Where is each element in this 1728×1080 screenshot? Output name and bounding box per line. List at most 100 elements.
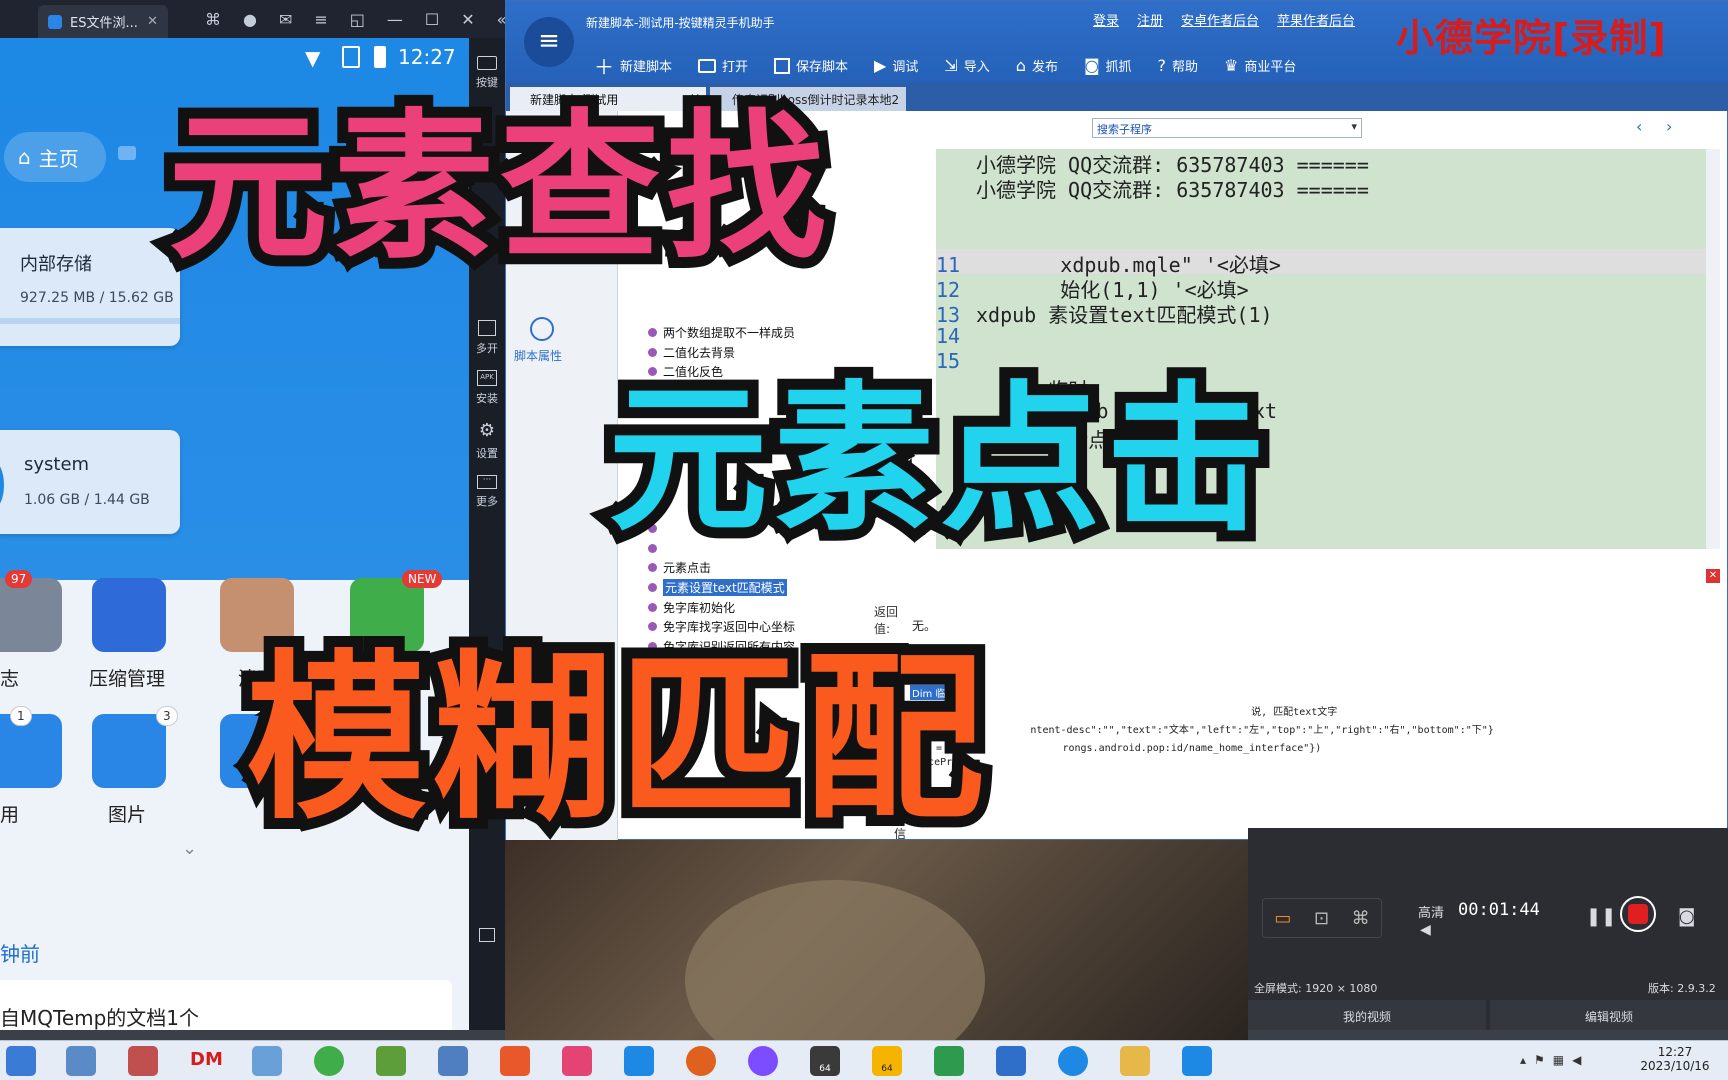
tree-item[interactable]: 元素点击 (628, 558, 856, 578)
account-icon[interactable]: ● (243, 10, 257, 29)
region-icon[interactable]: ⊡ (1314, 908, 1329, 929)
script-props-label[interactable]: 脚本属性 (514, 347, 562, 364)
register-link[interactable]: 注册 (1137, 10, 1163, 29)
code-line[interactable]: 14 (936, 324, 1706, 349)
screenshot-icon[interactable]: ◙ (1678, 906, 1695, 927)
restore-icon[interactable]: ◱ (350, 10, 365, 29)
close-icon[interactable]: ✕ (461, 10, 474, 29)
code-line[interactable]: 13 xdpub 素设置text匹配模式(1) (936, 299, 1706, 327)
excel-icon[interactable] (934, 1046, 964, 1076)
calculator-icon[interactable] (252, 1046, 282, 1076)
gamepad-icon[interactable]: ⌘ (205, 10, 221, 29)
editor-scrollbar[interactable] (1706, 149, 1720, 549)
emulator-tab[interactable]: ES文件浏... ✕ (38, 5, 168, 38)
apple-author-link[interactable]: 苹果作者后台 (1277, 10, 1355, 29)
dropdown-arrow-icon[interactable]: ▾ (1351, 120, 1357, 133)
volume-icon[interactable]: ◀ (1420, 922, 1431, 938)
aperture-icon[interactable] (748, 1046, 778, 1076)
sidebar-item-settings[interactable]: ⚙ 设置 (469, 420, 505, 461)
app-icon-64a[interactable]: 64 (810, 1046, 840, 1076)
code-line[interactable]: 小德学院 QQ交流群: 635787403 ====== (936, 149, 1706, 177)
home-button[interactable]: ⌂ 主页 (4, 132, 106, 182)
phone-icon[interactable] (1182, 1046, 1212, 1076)
new-script-button[interactable]: ＋ 新建脚本 (594, 51, 672, 80)
close-panel-icon[interactable]: ✕ (1706, 569, 1720, 583)
quality-label[interactable]: 高清 (1418, 902, 1444, 921)
storage-card-system[interactable]: system 1.06 GB / 1.44 GB (0, 430, 180, 534)
app-icon-1[interactable] (128, 1046, 158, 1076)
start-icon[interactable] (6, 1046, 36, 1076)
edit-video-button[interactable]: 编辑视频 (1490, 1000, 1728, 1030)
computer-icon[interactable] (66, 1046, 96, 1076)
my-videos-button[interactable]: 我的视频 (1248, 1000, 1486, 1030)
app-icon-4[interactable] (562, 1046, 592, 1076)
tree-item[interactable]: 免字库初始化 (628, 597, 856, 617)
script-props-icon[interactable] (530, 317, 554, 341)
tray-flag-icon[interactable]: ⚑ (1534, 1053, 1545, 1067)
sidebar-item-more[interactable]: ··· 更多 (469, 475, 505, 509)
app-icon-2[interactable] (314, 1046, 344, 1076)
app-icon-5[interactable] (624, 1046, 654, 1076)
close-tab-icon[interactable]: ✕ (147, 14, 158, 29)
subroutine-search[interactable]: 搜索子程序 ▾ (1092, 118, 1362, 138)
code-line[interactable]: 小德学院 QQ交流群: 635787403 ====== (936, 174, 1706, 202)
business-button[interactable]: ♛ 商业平台 (1224, 51, 1296, 80)
sidebar-item-multi[interactable]: 多开 (469, 320, 505, 356)
code-line[interactable]: 12 始化(1,1) '<必填> (936, 274, 1706, 302)
tree-item[interactable]: 免字库找字返回中心坐标 (628, 617, 856, 637)
code-line[interactable]: 11 xdpub.mqle" '<必填> (936, 249, 1706, 277)
browser-icon[interactable] (1058, 1046, 1088, 1076)
tray-volume-icon[interactable]: ◀ (1572, 1053, 1581, 1067)
nav-back-icon[interactable]: ‹ (1636, 117, 1642, 136)
help-button[interactable]: ? 帮助 (1158, 51, 1199, 80)
sidebar-item-install[interactable]: APK 安装 (469, 370, 505, 406)
publish-button[interactable]: ⌂ 发布 (1016, 51, 1058, 80)
grid-item-images[interactable]: 图片 3 (72, 706, 192, 827)
code-line[interactable] (936, 224, 1706, 249)
save-button[interactable]: 保存脚本 (774, 51, 848, 80)
ide-taskbar-icon[interactable] (996, 1046, 1026, 1076)
chart-app-icon[interactable] (376, 1046, 406, 1076)
folder-icon[interactable] (1120, 1046, 1150, 1076)
android-author-link[interactable]: 安卓作者后台 (1181, 10, 1259, 29)
nav-forward-icon[interactable]: › (1666, 117, 1672, 136)
recent-item-text: 自MQTemp的文档1个 (0, 1006, 200, 1030)
code-line[interactable] (936, 199, 1706, 224)
capture-button[interactable]: ◙ 抓抓 (1084, 51, 1132, 80)
storage-card-internal[interactable]: 内部存储 927.25 MB / 15.62 GB (0, 228, 180, 346)
debug-button[interactable]: ▶ 调试 (874, 51, 918, 80)
app-icon-6[interactable] (686, 1046, 716, 1076)
grid-item-log[interactable]: 志 97 (0, 570, 80, 691)
sidebar-item-keys[interactable]: 按键 (469, 56, 505, 90)
login-link[interactable]: 登录 (1093, 10, 1119, 29)
grid-item-apps[interactable]: 用 1 (0, 706, 80, 827)
open-button[interactable]: 打开 (698, 51, 748, 80)
network-icon[interactable] (438, 1046, 468, 1076)
tree-item[interactable]: 元素设置text匹配模式 (628, 578, 856, 598)
grid-item-zip[interactable]: 压缩管理 (72, 578, 192, 691)
import-button[interactable]: ⇲ 导入 (944, 51, 989, 80)
tree-item[interactable]: 二值化去背景 (628, 343, 856, 363)
recent-file-item[interactable]: 自MQTemp的文档1个 (0, 980, 452, 1030)
mail-icon[interactable]: ✉ (279, 10, 292, 29)
main-menu-icon[interactable]: ≡ (524, 17, 574, 67)
tray-network-icon[interactable]: ▦ (1553, 1053, 1564, 1067)
tray-expand-icon[interactable]: ▴ (1520, 1053, 1526, 1067)
maximize-icon[interactable]: ☐ (425, 10, 439, 29)
menu-icon[interactable]: ≡ (314, 10, 327, 29)
minimize-icon[interactable]: — (387, 10, 403, 29)
recent-apps-icon[interactable] (479, 928, 495, 942)
gamepad-icon[interactable]: ⌘ (1352, 908, 1370, 929)
monitor-icon[interactable]: ▭ (1274, 908, 1291, 929)
chevron-down-icon[interactable]: ⌄ (182, 838, 197, 859)
dm-app-icon[interactable]: DM (190, 1049, 223, 1070)
chat-icon[interactable] (118, 146, 136, 160)
app-icon-64b[interactable]: 64 (872, 1046, 902, 1076)
app-icon-3[interactable] (500, 1046, 530, 1076)
toolbar-label: 商业平台 (1244, 60, 1297, 75)
tree-item[interactable]: 两个数组提取不一样成员 (628, 323, 856, 343)
pause-icon[interactable]: ❚❚ (1586, 906, 1616, 927)
clock[interactable]: 12:27 2023/10/16 (1640, 1045, 1710, 1073)
sidebar-label: 按键 (476, 76, 498, 89)
stop-record-button[interactable] (1620, 896, 1656, 932)
